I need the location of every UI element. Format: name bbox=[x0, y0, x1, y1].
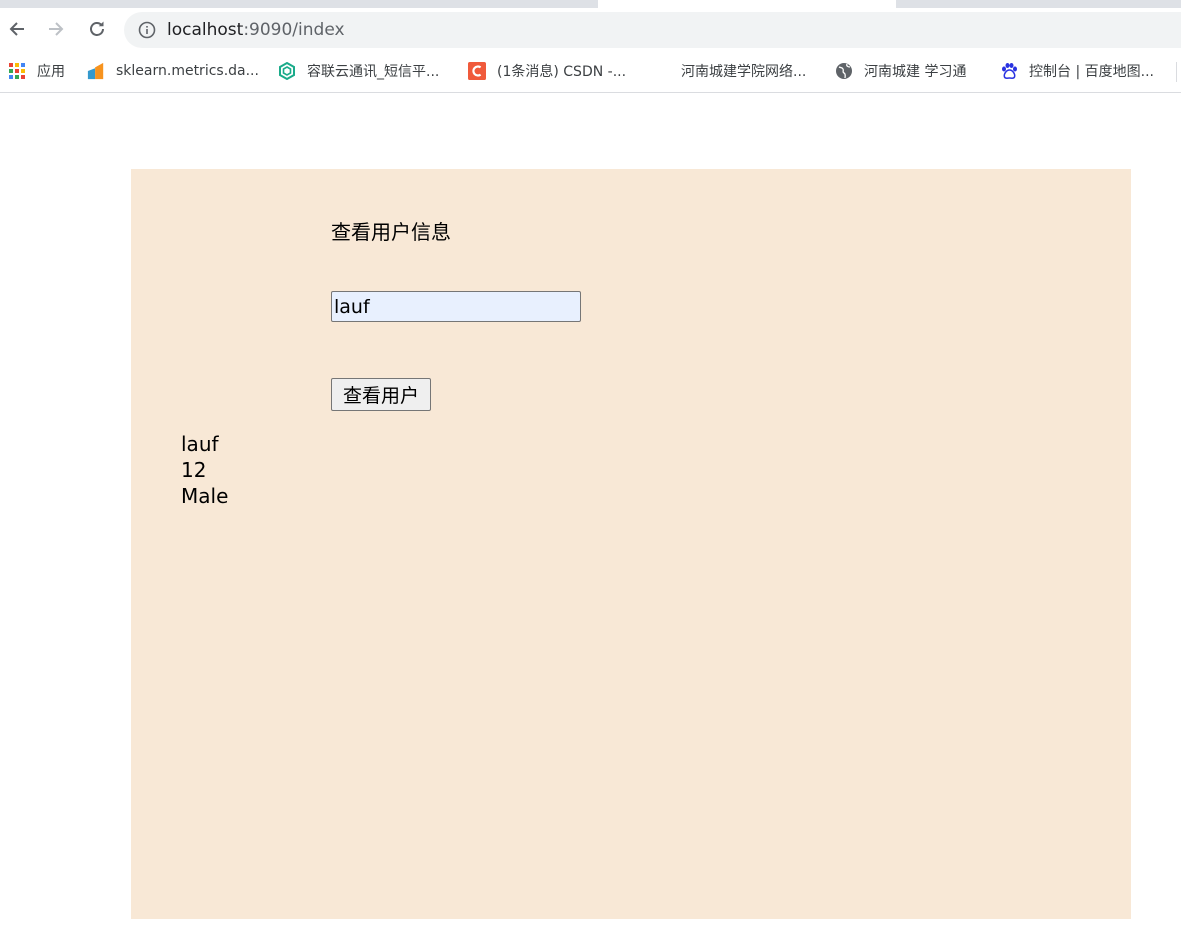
blank-icon bbox=[652, 62, 670, 80]
bookmark-label: 控制台 | 百度地图... bbox=[1029, 64, 1154, 80]
bookmarks-separator bbox=[1176, 62, 1177, 82]
bookmark-label: 容联云通讯_短信平... bbox=[307, 64, 440, 80]
result-gender: Male bbox=[181, 484, 229, 508]
address-bar[interactable]: localhost:9090/index bbox=[124, 12, 1181, 48]
bookmark-label: 河南城建 学习通 bbox=[864, 64, 967, 80]
user-result: lauf 12 Male bbox=[181, 431, 228, 509]
user-info-panel: 查看用户信息 查看用户 lauf 12 Male bbox=[131, 169, 1131, 919]
url-text: localhost:9090/index bbox=[167, 19, 345, 41]
globe-icon bbox=[835, 62, 853, 80]
forward-button[interactable] bbox=[41, 14, 71, 44]
reload-button[interactable] bbox=[82, 14, 112, 44]
hexagon-icon bbox=[278, 62, 296, 80]
view-user-button[interactable]: 查看用户 bbox=[331, 378, 431, 411]
page-title: 查看用户信息 bbox=[331, 220, 451, 244]
bookmark-sklearn[interactable]: sklearn.metrics.da... bbox=[87, 60, 259, 82]
bookmark-csdn[interactable]: (1条消息) CSDN -... bbox=[468, 60, 626, 82]
csdn-icon bbox=[468, 62, 486, 80]
sklearn-icon bbox=[87, 62, 105, 80]
bookmark-hncj-network[interactable]: 河南城建学院网络... bbox=[652, 60, 806, 82]
back-button[interactable] bbox=[2, 14, 32, 44]
bookmark-ronglian[interactable]: 容联云通讯_短信平... bbox=[278, 60, 439, 82]
result-age: 12 bbox=[181, 458, 207, 482]
url-path: :9090/index bbox=[243, 20, 345, 40]
browser-toolbar: localhost:9090/index bbox=[0, 8, 1181, 52]
bookmark-baidu-map[interactable]: 控制台 | 百度地图... bbox=[1000, 60, 1154, 82]
site-info-icon[interactable] bbox=[138, 21, 156, 39]
bookmark-hncj-xuexitong[interactable]: 河南城建 学习通 bbox=[835, 60, 966, 82]
page-body: 查看用户信息 查看用户 lauf 12 Male bbox=[0, 93, 1181, 949]
tab-strip bbox=[0, 0, 1181, 8]
bookmark-label: 河南城建学院网络... bbox=[681, 64, 807, 80]
bookmark-label: (1条消息) CSDN -... bbox=[497, 64, 627, 80]
back-arrow-icon bbox=[9, 22, 24, 36]
forward-arrow-icon bbox=[49, 22, 64, 36]
username-input[interactable] bbox=[331, 291, 581, 322]
bookmark-label: 应用 bbox=[37, 64, 65, 80]
active-tab-edge[interactable] bbox=[598, 0, 896, 8]
bookmarks-bar: 应用 sklearn.metrics.da... 容联云通讯_短信平... (1… bbox=[0, 52, 1181, 93]
reload-icon bbox=[90, 21, 104, 36]
url-host: localhost bbox=[167, 20, 244, 40]
bookmark-apps[interactable]: 应用 bbox=[8, 60, 65, 82]
bookmark-label: sklearn.metrics.da... bbox=[116, 63, 259, 79]
result-name: lauf bbox=[181, 432, 219, 456]
baidu-paw-icon bbox=[1000, 62, 1018, 80]
apps-grid-icon bbox=[8, 62, 26, 80]
